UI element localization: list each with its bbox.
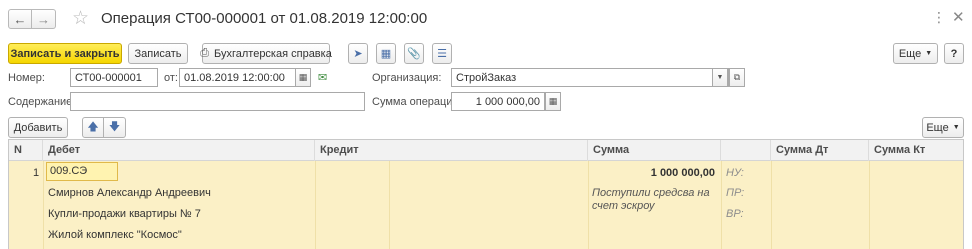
column-divider [721, 161, 722, 249]
date-settings-icon[interactable]: ✉ [318, 71, 327, 84]
column-divider [43, 161, 44, 249]
column-header-amount[interactable]: Сумма [588, 140, 721, 161]
paperclip-icon: 📎 [407, 48, 421, 60]
structure-button[interactable]: ▦ [376, 43, 396, 64]
date-input[interactable]: 01.08.2019 12:00:00 [179, 68, 296, 87]
caret-down-icon: ▼ [952, 124, 960, 131]
number-label: Номер: [8, 72, 45, 84]
arrow-left-icon: ← [13, 11, 27, 27]
debit-subconto-2[interactable]: Купли-продажи квартиры № 7 [48, 208, 201, 220]
organization-dropdown-button[interactable]: ▼ [712, 68, 728, 87]
calendar-button[interactable]: ▦ [295, 68, 311, 87]
debit-subconto-3[interactable]: Жилой комплекс "Космос" [48, 229, 182, 241]
move-down-button[interactable]: 🡇 [104, 117, 126, 138]
forward-button[interactable]: → [32, 9, 56, 29]
row-number: 1 [33, 167, 40, 179]
attach-button[interactable]: 📎 [404, 43, 424, 64]
content-label: Содержание: [8, 96, 76, 108]
save-button[interactable]: Записать [128, 43, 188, 64]
column-header-sum-credit[interactable]: Сумма Кт [869, 140, 963, 161]
column-divider [869, 161, 870, 249]
debit-subconto-1[interactable]: Смирнов Александр Андреевич [48, 187, 211, 199]
column-header-credit[interactable]: Кредит [315, 140, 588, 161]
list-button[interactable]: ☰ [432, 43, 452, 64]
move-up-button[interactable]: 🡅 [82, 117, 104, 138]
arrow-down-icon: 🡇 [108, 121, 121, 133]
column-header-debit[interactable]: Дебет [43, 140, 315, 161]
more-label: Еще [898, 47, 922, 60]
entry-comment-line-2[interactable]: счет эскроу [592, 200, 655, 212]
column-header-accounting-type[interactable] [721, 140, 771, 161]
list-icon: ☰ [437, 48, 447, 60]
debit-account-cell[interactable]: 009.СЭ [46, 162, 118, 181]
table-more-button[interactable]: Еще ▼ [922, 117, 964, 138]
arrow-up-icon: 🡅 [87, 121, 99, 133]
tax-accounting-label: НУ: [726, 167, 744, 179]
add-row-button[interactable]: Добавить [8, 117, 68, 138]
organization-input[interactable]: СтройЗаказ [451, 68, 729, 87]
structure-icon: ▦ [380, 48, 392, 60]
page-title: Операция СТ00-000001 от 01.08.2019 12:00… [101, 10, 428, 27]
column-header-n[interactable]: N [9, 140, 43, 161]
table-more-label: Еще [926, 121, 949, 134]
entry-comment-line-1[interactable]: Поступили средсва на [592, 187, 710, 199]
amount-cell[interactable]: 1 000 000,00 [591, 167, 715, 179]
calculator-icon: ▦ [548, 96, 558, 106]
permanent-difference-label: ПР: [726, 187, 745, 199]
document-arrow-icon: ➤ [353, 48, 363, 60]
column-divider [771, 161, 772, 249]
close-icon[interactable]: ✕ [952, 8, 965, 26]
column-header-sum-debit[interactable]: Сумма Дт [771, 140, 869, 161]
organization-label: Организация: [372, 72, 442, 84]
calculator-button[interactable]: ▦ [545, 92, 561, 111]
column-divider [315, 161, 316, 249]
entries-table: N Дебет Кредит Сумма Сумма Дт Сумма Кт 1… [8, 139, 964, 249]
caret-down-icon: ▼ [925, 50, 933, 57]
organization-open-button[interactable]: ⧉ [729, 68, 745, 87]
temporary-difference-label: ВР: [726, 208, 744, 220]
printer-icon: ⎙ [200, 47, 209, 59]
open-link-icon: ⧉ [733, 72, 741, 82]
kebab-vertical-icon[interactable]: ⋮ [932, 9, 946, 26]
calendar-icon: ▦ [298, 72, 308, 82]
help-button[interactable]: ? [944, 43, 964, 64]
favorite-star-icon[interactable]: ☆ [72, 7, 89, 30]
date-label: от: [164, 72, 178, 84]
accounting-report-button[interactable]: ⎙ Бухгалтерская справка [200, 43, 332, 64]
arrow-right-icon: → [37, 11, 50, 27]
post-button[interactable]: ➤ [348, 43, 368, 64]
table-header: N Дебет Кредит Сумма Сумма Дт Сумма Кт [9, 140, 963, 161]
operation-sum-label: Сумма операции: [372, 96, 462, 108]
number-input[interactable]: СТ00-000001 [70, 68, 158, 87]
content-input[interactable] [70, 92, 365, 111]
operation-sum-input[interactable]: 1 000 000,00 [451, 92, 545, 111]
more-button[interactable]: Еще ▼ [893, 43, 938, 64]
caret-down-icon: ▼ [716, 74, 724, 81]
back-button[interactable]: ← [8, 9, 32, 29]
save-and-close-button[interactable]: Записать и закрыть [8, 43, 122, 64]
column-divider [389, 161, 390, 249]
accounting-report-label: Бухгалтерская справка [214, 47, 332, 60]
column-divider [588, 161, 589, 249]
